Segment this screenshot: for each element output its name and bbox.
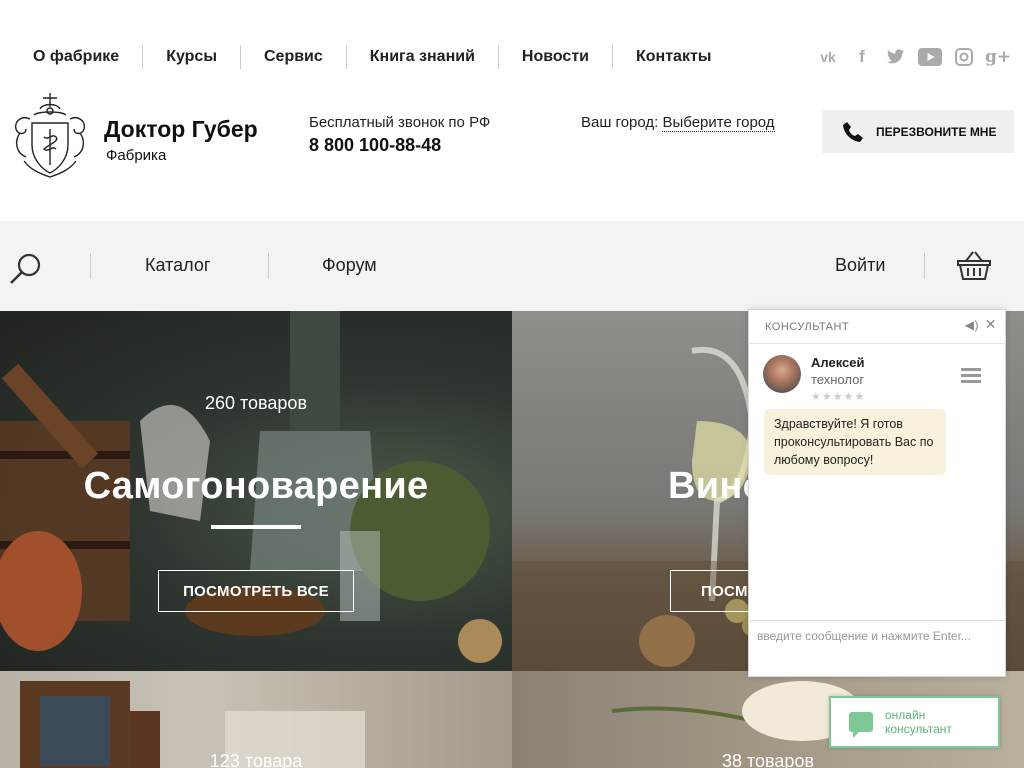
menu-divider: [268, 253, 269, 279]
consultant-chat-window: КОНСУЛЬТАНТ ◀) ✕ Алексей технолог ★★★★★ …: [748, 309, 1006, 677]
online-consultant-button[interactable]: онлайн консультант: [829, 696, 1000, 748]
callback-label: ПЕРЕЗВОНИТЕ МНЕ: [876, 124, 997, 139]
city-selector: Ваш город: Выберите город: [581, 114, 775, 132]
callback-button[interactable]: ПЕРЕЗВОНИТЕ МНЕ: [822, 110, 1014, 153]
menu-catalog[interactable]: Каталог: [145, 255, 210, 276]
google-plus-icon[interactable]: g+: [985, 45, 1011, 69]
city-label: Ваш город:: [581, 114, 659, 131]
view-all-button[interactable]: ПОСМОТРЕТЬ ВСЕ: [158, 570, 354, 612]
free-call-label: Бесплатный звонок по РФ: [309, 114, 491, 131]
brand-subtitle: Фабрика: [106, 147, 167, 164]
nav-service[interactable]: Сервис: [241, 45, 347, 69]
category-tile-3[interactable]: 123 товара: [0, 671, 512, 768]
choose-city-link[interactable]: Выберите город: [662, 114, 775, 132]
menu-forum[interactable]: Форум: [322, 255, 377, 276]
vk-icon[interactable]: vk: [816, 45, 840, 69]
search-icon[interactable]: [9, 251, 43, 285]
chat-header-title: КОНСУЛЬТАНТ: [765, 320, 850, 333]
twitter-icon[interactable]: [884, 45, 908, 69]
sound-icon[interactable]: ◀): [965, 318, 979, 332]
agent-avatar: [763, 355, 801, 393]
nav-contacts[interactable]: Контакты: [613, 45, 734, 69]
chat-menu-icon[interactable]: [961, 368, 981, 384]
agent-name: Алексей: [811, 355, 865, 370]
menu-divider: [924, 253, 925, 279]
nav-knowledge-book[interactable]: Книга знаний: [347, 45, 499, 69]
online-consultant-label: онлайн консультант: [885, 708, 952, 736]
category-tile-moonshine[interactable]: 260 товаров Самогоноварение ПОСМОТРЕТЬ В…: [0, 311, 512, 671]
agent-role: технолог: [811, 372, 865, 387]
nav-courses[interactable]: Курсы: [143, 45, 241, 69]
top-navigation: О фабрике Курсы Сервис Книга знаний Ново…: [0, 40, 734, 74]
nav-about[interactable]: О фабрике: [0, 45, 144, 69]
youtube-icon[interactable]: [918, 45, 942, 69]
chat-header: КОНСУЛЬТАНТ ◀) ✕: [749, 310, 1005, 344]
chat-bubble-icon: [849, 712, 873, 738]
main-menu-bar: Каталог Форум Войти: [0, 221, 1024, 311]
tile-product-count: 38 товаров: [721, 751, 815, 768]
phone-icon: [843, 121, 863, 142]
brand-name: Доктор Губер: [104, 116, 258, 142]
agent-rating-stars[interactable]: ★★★★★: [811, 390, 865, 403]
tile-title: Самогоноварение: [83, 465, 429, 507]
nav-news[interactable]: Новости: [499, 45, 613, 69]
menu-divider: [90, 253, 91, 279]
social-links: vk f g+: [816, 45, 1011, 69]
tile-product-count: 260 товаров: [204, 393, 308, 413]
basket-icon[interactable]: [956, 249, 992, 281]
chat-message-input[interactable]: введите сообщение и нажмите Enter...: [749, 620, 1005, 676]
instagram-icon[interactable]: [952, 45, 976, 69]
logo-coat-of-arms-icon[interactable]: [10, 89, 90, 181]
close-icon[interactable]: ✕: [985, 316, 997, 333]
phone-number[interactable]: 8 800 100-88-48: [309, 135, 441, 156]
facebook-icon[interactable]: f: [850, 45, 874, 69]
tile-product-count: 123 товара: [209, 751, 303, 768]
login-link[interactable]: Войти: [835, 255, 885, 276]
agent-message-bubble: Здравствуйте! Я готов проконсультировать…: [764, 409, 946, 475]
tile-title-underline: [211, 525, 301, 529]
